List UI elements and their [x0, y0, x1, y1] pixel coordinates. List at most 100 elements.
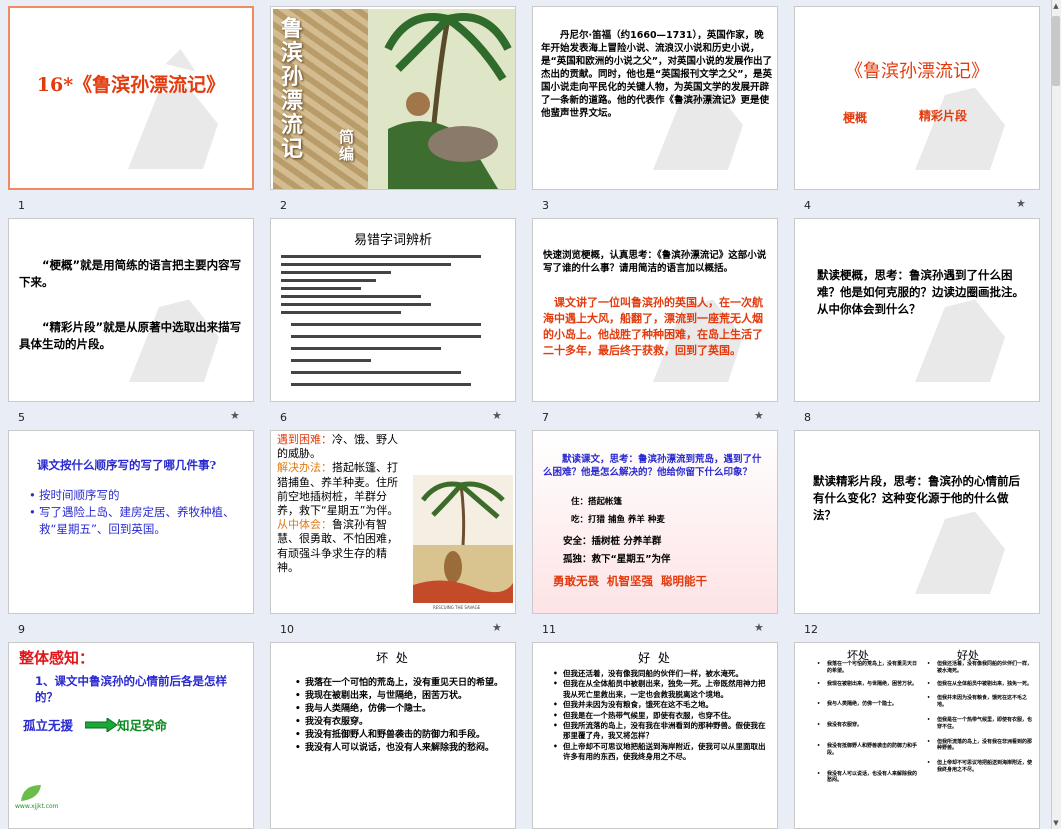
list-item: 按时间顺序写的: [29, 487, 244, 504]
list-item: 但上帝却不可思议地把船送到海岸附近，使我终身用之不尽。: [927, 760, 1035, 774]
disadvantage-list: 我落在一个可怕的荒岛上，没有重见天日的希望。 我现在被剔出来，与世隔绝，困苦万状…: [817, 661, 921, 784]
row-loneliness: 孤独：救下“星期五”为伴: [563, 554, 671, 565]
slide-thumbnail-10[interactable]: 遇到困难：冷、饿、野人的威胁。 解决办法：搭起帐篷、打猎捕鱼、养羊种麦。住所前空…: [270, 430, 516, 614]
slide-thumbnail-6[interactable]: 易错字词辨析: [270, 218, 516, 402]
slide-thumbnail-14[interactable]: 坏 处 我落在一个可怕的荒岛上，没有重见天日的希望。 我现在被剔出来，与世隔绝，…: [270, 642, 516, 829]
watermark-figure: [128, 49, 218, 169]
animation-star-icon[interactable]: ★: [754, 621, 764, 634]
slide-thumbnail-13[interactable]: 整体感知： 1、课文中鲁滨孙的心情前后各是怎样的？ 孤立无援 知足安命 www.…: [8, 642, 254, 829]
logo-leaf-icon: [21, 785, 41, 801]
label-difficulty: 遇到困难：: [277, 433, 332, 446]
answer-text: 课文讲了一位叫鲁滨孙的英国人，在一次航海中遇上大风，船翻了，漂流到一座荒无人烟的…: [543, 296, 763, 357]
right-arrow-icon: [85, 718, 117, 732]
row-food: 吃：打猎 捕鱼 养羊 种麦: [571, 515, 665, 525]
list-item: 我与人类隔绝，仿佛一个隐士。: [295, 703, 505, 716]
slide-thumbnail-11[interactable]: 默读课文，思考：鲁滨孙漂流到荒岛，遇到了什么困难？他是怎么解决的？他给你留下什么…: [532, 430, 778, 614]
list-item: 我落在一个可怕的荒岛上，没有重见天日的希望。: [817, 661, 921, 675]
slide-thumbnail-7[interactable]: 快速浏览梗概，认真思考：《鲁滨孙漂流记》这部小说写了谁的什么事？请用简洁的语言加…: [532, 218, 778, 402]
mood-after: 知足安命: [117, 718, 168, 733]
author-intro-text: 丹尼尔·笛福（约1660—1731），英国作家，晚年开始发表海上冒险小说、流浪汉…: [541, 30, 772, 119]
reading-task-text: 默读梗概，思考：鲁滨孙遇到了什么困难？他是如何克服的？边读边圈画批注。从中你体会…: [817, 268, 1024, 316]
scrollbar-thumb[interactable]: [1052, 16, 1060, 86]
illustration-caption: RESCUING THE SAVAGE: [433, 605, 481, 610]
label-solution: 解决办法：: [277, 461, 332, 475]
list-item: 我与人类隔绝，仿佛一个隐士。: [817, 701, 921, 708]
list-item: 但我在从全体船员中被剔出来，独免一死。上帝既然用神力把我从死亡里救出来，一定也会…: [553, 679, 771, 700]
slide-thumbnail-15[interactable]: 好 处 但我还活着，没有像我同船的伙伴们一样，被水淹死。 但我在从全体船员中被剔…: [532, 642, 778, 829]
list-item: 但我所流落的岛上，没有我在非洲看到的那种野兽。: [927, 739, 1035, 753]
list-item: 写了遇险上岛、建房定居、养牧种植、救“星期五”、回到英国。: [29, 504, 244, 538]
list-item: 我落在一个可怕的荒岛上，没有重见天日的希望。: [295, 677, 505, 690]
question-text: 快速浏览梗概，认真思考：《鲁滨孙漂流记》这部小说写了谁的什么事？请用简洁的语言加…: [543, 250, 767, 274]
list-item: 我没有抵御野人和野兽袭击的防御力和手段。: [817, 743, 921, 757]
list-item: 我没有衣服穿。: [295, 716, 505, 729]
animation-star-icon[interactable]: ★: [754, 409, 764, 422]
section-heading: 整体感知：: [19, 649, 95, 667]
slide-thumbnail-2[interactable]: 鲁滨孙漂流记 简编: [270, 6, 516, 190]
advantage-list: 但我还活着，没有像我同船的伙伴们一样，被水淹死。 但我在从全体船员中被剔出来，独…: [553, 669, 771, 763]
slide-title: 易错字词辨析: [353, 233, 432, 248]
list-item: 但我是在一个热带气候里，即使有衣服，也穿不住。: [927, 717, 1035, 731]
disadvantage-list: 我落在一个可怕的荒岛上，没有重见天日的希望。 我现在被剔出来，与世隔绝，困苦万状…: [295, 677, 505, 755]
illustration-rescue: [413, 475, 513, 603]
slide-number: 5: [18, 411, 25, 424]
slide-thumbnail-16[interactable]: 坏处 好处 我落在一个可怕的荒岛上，没有重见天日的希望。 我现在被剔出来，与世隔…: [794, 642, 1040, 829]
list-item: 但我还活着，没有像我同船的伙伴们一样，被水淹死。: [927, 661, 1035, 675]
list-item: 我现在被剔出来，与世隔绝，困苦万状。: [295, 690, 505, 703]
slide-number: 2: [280, 199, 287, 212]
row-housing: 住：搭起帐篷: [571, 497, 623, 507]
slide-thumbnail-9[interactable]: 课文按什么顺序写的写了哪几件事? 按时间顺序写的 写了遇险上岛、建房定居、养牧种…: [8, 430, 254, 614]
animation-star-icon[interactable]: ★: [1016, 197, 1026, 210]
cover-subtitle: 简编: [339, 128, 355, 163]
answer-list: 按时间顺序写的 写了遇险上岛、建房定居、养牧种植、救“星期五”、回到英国。: [29, 487, 244, 538]
character-traits: 勇敢无畏 机智坚强 聪明能干: [553, 574, 708, 588]
slide-thumbnail-12[interactable]: 默读精彩片段，思考：鲁滨孙的心情前后有什么变化？这种变化源于他的什么做法？: [794, 430, 1040, 614]
slide-number: 6: [280, 411, 287, 424]
link-excerpt[interactable]: 精彩片段: [919, 107, 967, 124]
label-insight: 从中体会：: [277, 518, 332, 532]
list-item: 我没有衣服穿。: [817, 722, 921, 729]
animation-star-icon[interactable]: ★: [230, 409, 240, 422]
cover-title: 鲁滨孙漂流记: [281, 16, 304, 162]
slide-thumbnail-1[interactable]: 16*《鲁滨孙漂流记》: [8, 6, 254, 190]
slide-title: 《鲁滨孙漂流记》: [845, 61, 989, 82]
link-summary[interactable]: 梗概: [843, 109, 867, 126]
slide-title: 好 处: [638, 651, 672, 665]
list-item: 我没有人可以说话，也没有人来解除我的愁闷。: [295, 742, 505, 755]
animation-star-icon[interactable]: ★: [492, 621, 502, 634]
list-item: 但我并未因为没有粮食，饿死在这不毛之地。: [927, 695, 1035, 709]
slide-number: 8: [804, 411, 811, 424]
slide-sorter: 16*《鲁滨孙漂流记》 1 鲁滨孙漂流记 简编 2 丹尼尔·笛福（约1660—1…: [0, 0, 1061, 829]
slide-thumbnail-8[interactable]: 默读梗概，思考：鲁滨孙遇到了什么困难？他是如何克服的？边读边圈画批注。从中你体会…: [794, 218, 1040, 402]
list-item: 我没有人可以说话，也没有人来解除我的愁闷。: [817, 771, 921, 785]
definition-summary: “梗概”就是用简练的语言把主要内容写下来。: [19, 258, 242, 289]
row-safety: 安全：插树桩 分养羊群: [563, 536, 662, 547]
slide-number: 12: [804, 623, 818, 636]
question-text: 课文按什么顺序写的写了哪几件事?: [37, 458, 217, 472]
list-item: 但我并未因为没有粮食，饿死在这不毛之地。: [553, 700, 771, 711]
slide-number: 11: [542, 623, 556, 636]
mood-before: 孤立无援: [23, 718, 74, 733]
scroll-down-arrow-icon[interactable]: ▼: [1051, 817, 1061, 829]
slide-thumbnail-3[interactable]: 丹尼尔·笛福（约1660—1731），英国作家，晚年开始发表海上冒险小说、流浪汉…: [532, 6, 778, 190]
slide-thumbnail-4[interactable]: 《鲁滨孙漂流记》 梗概 精彩片段: [794, 6, 1040, 190]
slide-title: 坏 处: [376, 651, 410, 665]
slide-number: 3: [542, 199, 549, 212]
slide-thumbnail-5[interactable]: “梗概”就是用简练的语言把主要内容写下来。 “精彩片段”就是从原著中选取出来描写…: [8, 218, 254, 402]
site-logo: www.xjjkt.com: [15, 803, 59, 810]
reading-task-text: 默读精彩片段，思考：鲁滨孙的心情前后有什么变化？这种变化源于他的什么做法？: [813, 474, 1020, 522]
slide-number: 10: [280, 623, 294, 636]
list-item: 但上帝却不可思议地把船送到海岸附近，使我可以从里面取出许多有用的东西，使我终身用…: [553, 742, 771, 763]
animation-star-icon[interactable]: ★: [492, 409, 502, 422]
slide-number: 4: [804, 199, 811, 212]
question-text: 默读课文，思考：鲁滨孙漂流到荒岛，遇到了什么困难？他是怎么解决的？他给你留下什么…: [543, 454, 762, 478]
vertical-scrollbar[interactable]: ▲ ▼: [1051, 0, 1061, 829]
scroll-up-arrow-icon[interactable]: ▲: [1051, 0, 1061, 12]
list-item: 但我在从全体船员中被剔出来，独免一死。: [927, 681, 1035, 688]
cover-illustration: [368, 9, 515, 189]
slide-number: 1: [18, 199, 25, 212]
slide-title: 16*《鲁滨孙漂流记》: [36, 74, 226, 96]
book-cover: 鲁滨孙漂流记 简编: [273, 9, 515, 189]
list-item: 但我是在一个热带气候里，即使有衣服，也穿不住。: [553, 711, 771, 722]
slide-number: 9: [18, 623, 25, 636]
